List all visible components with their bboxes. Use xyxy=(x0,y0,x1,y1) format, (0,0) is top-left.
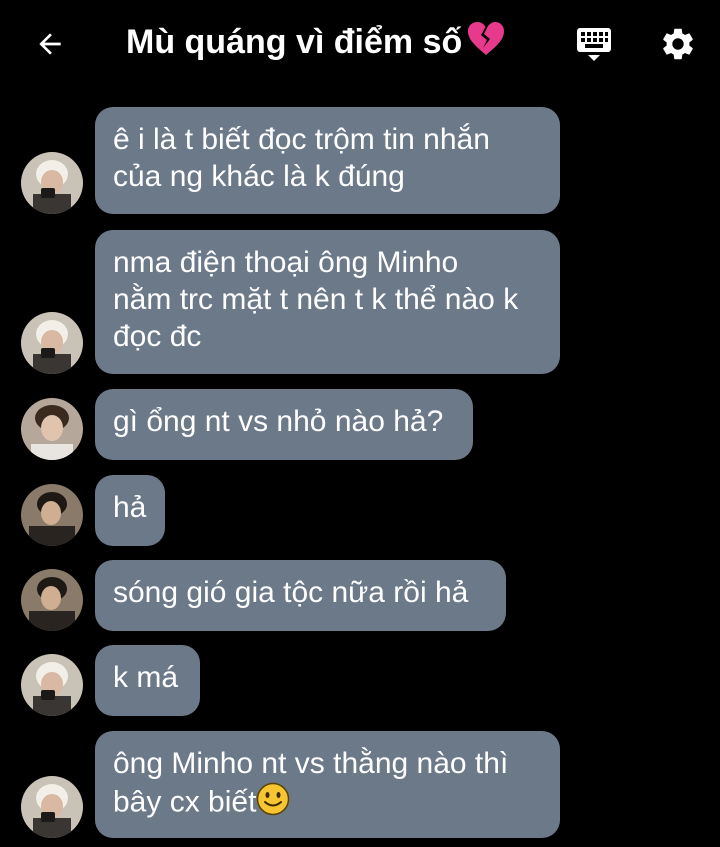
arrow-left-icon xyxy=(39,33,61,55)
message-text: ê i là t biết đọc trộm tin nhắn của ng k… xyxy=(113,123,490,193)
gear-icon xyxy=(663,28,693,60)
message-text: k má xyxy=(113,661,179,694)
broken-heart-icon xyxy=(466,21,506,68)
message-text: ông Minho nt vs thằng nào thì bây cx biế… xyxy=(113,747,509,819)
chat-title-text: Mù quáng vì điểm số xyxy=(126,23,463,61)
avatar-blond[interactable] xyxy=(21,152,83,214)
back-button[interactable] xyxy=(28,22,72,66)
avatar-dark[interactable] xyxy=(21,484,83,546)
keyboard-button[interactable] xyxy=(572,22,616,66)
message-text: gì ổng nt vs nhỏ nào hả? xyxy=(113,405,444,438)
chat-title: Mù quáng vì điểm số xyxy=(126,20,506,68)
message-bubble[interactable]: ông Minho nt vs thằng nào thì bây cx biế… xyxy=(95,731,560,838)
chat-header: Mù quáng vì điểm số xyxy=(0,0,720,90)
message-bubble[interactable]: sóng gió gia tộc nữa rồi hả xyxy=(95,560,506,631)
message-text: hả xyxy=(113,491,147,524)
message-bubble[interactable]: nma điện thoại ông Minho nằm trc mặt t n… xyxy=(95,230,560,374)
avatar-brown[interactable] xyxy=(21,398,83,460)
message-bubble[interactable]: hả xyxy=(95,475,165,546)
avatar-blond[interactable] xyxy=(21,312,83,374)
message-text: sóng gió gia tộc nữa rồi hả xyxy=(113,576,469,609)
message-text: nma điện thoại ông Minho nằm trc mặt t n… xyxy=(113,246,519,353)
message-bubble[interactable]: k má xyxy=(95,645,200,716)
avatar-dark[interactable] xyxy=(21,569,83,631)
message-bubble[interactable]: gì ổng nt vs nhỏ nào hả? xyxy=(95,389,473,460)
avatar-blond[interactable] xyxy=(21,654,83,716)
message-bubble[interactable]: ê i là t biết đọc trộm tin nhắn của ng k… xyxy=(95,107,560,214)
keyboard-icon xyxy=(577,28,611,61)
settings-button[interactable] xyxy=(656,22,700,66)
avatar-blond[interactable] xyxy=(21,776,83,838)
smiley-icon xyxy=(256,782,290,825)
